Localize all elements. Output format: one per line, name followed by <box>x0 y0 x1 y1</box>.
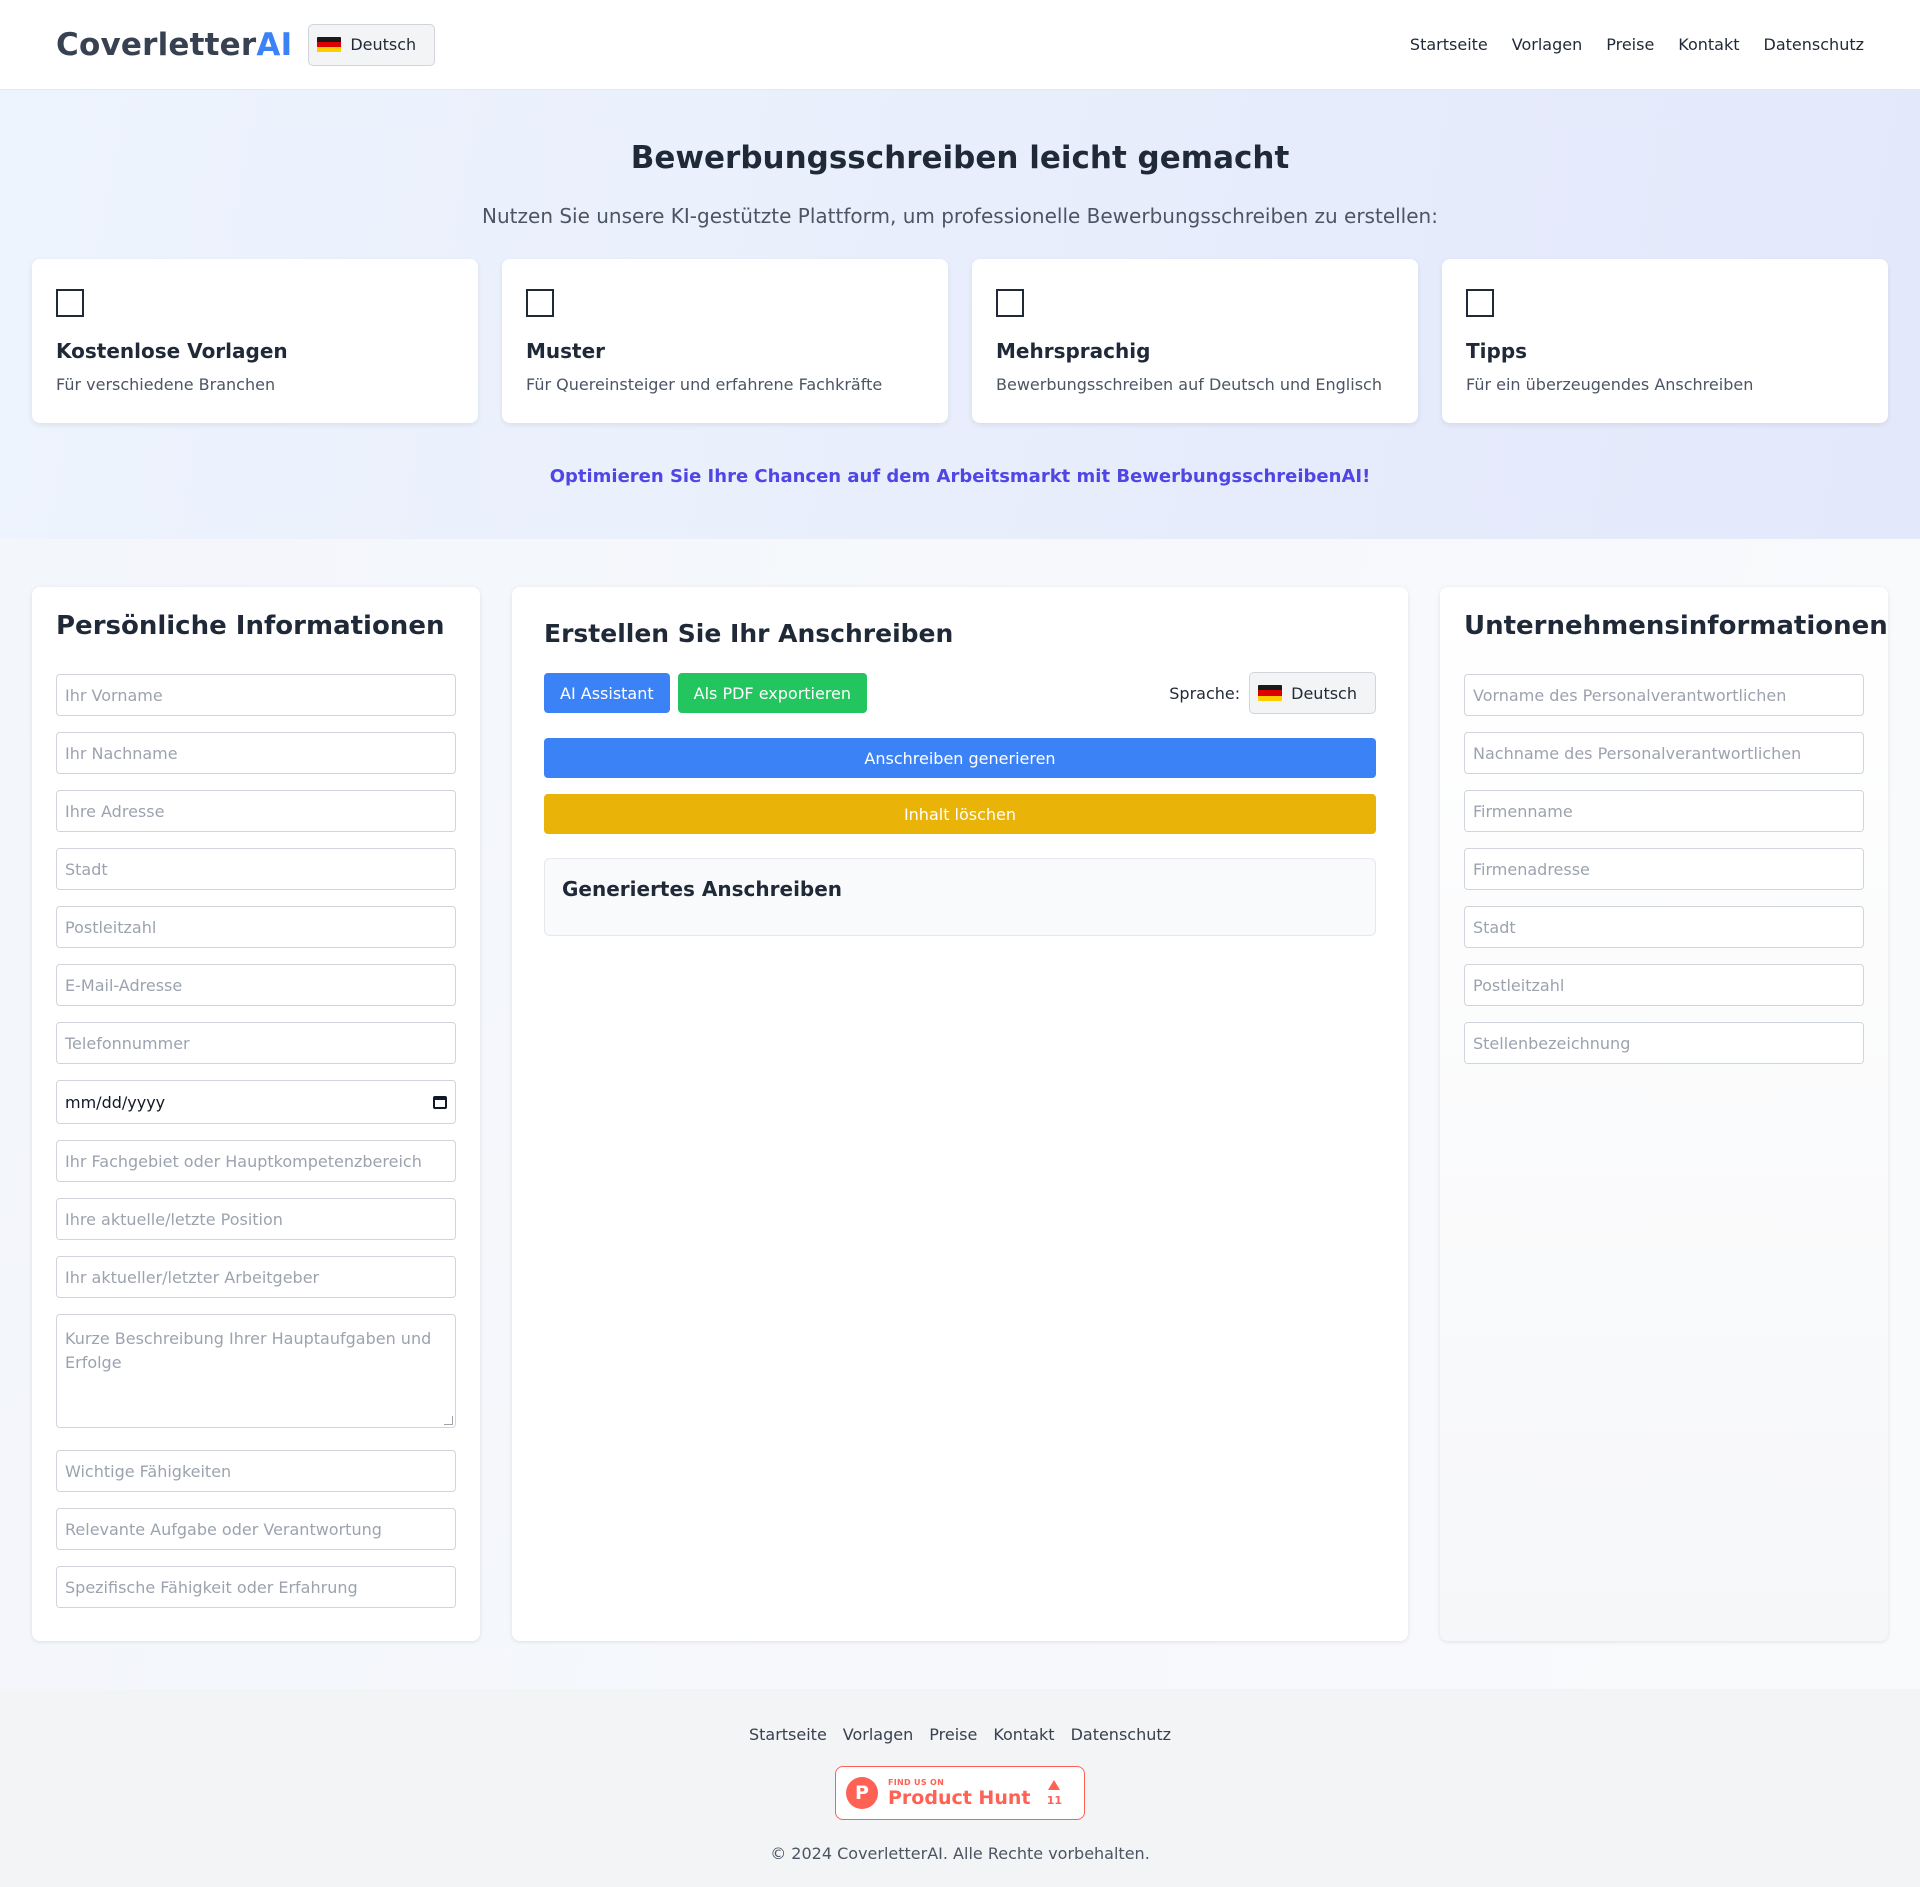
german-flag-icon <box>1258 685 1283 701</box>
product-hunt-logo-icon: P <box>846 1777 878 1809</box>
footer-link-preise[interactable]: Preise <box>929 1725 977 1744</box>
textarea-placeholder: Kurze Beschreibung Ihrer Hauptaufgaben u… <box>65 1329 432 1372</box>
checkbox-icon <box>1466 289 1494 317</box>
generate-button[interactable]: Anschreiben generieren <box>544 738 1376 778</box>
ai-assistant-button[interactable]: AI Assistant <box>544 673 670 713</box>
language-switcher[interactable]: Deutsch <box>308 23 436 66</box>
language-label: Deutsch <box>350 35 417 54</box>
footer-link-startseite[interactable]: Startseite <box>749 1725 827 1744</box>
description-textarea[interactable]: Kurze Beschreibung Ihrer Hauptaufgaben u… <box>56 1314 456 1428</box>
product-hunt-small-label: FIND US ON <box>888 1777 945 1787</box>
hero-title: Bewerbungsschreiben leicht gemacht <box>630 140 1290 176</box>
resize-handle-icon[interactable] <box>444 1416 453 1425</box>
logo-accent: AI <box>256 26 293 63</box>
calendar-icon[interactable] <box>433 1095 447 1109</box>
footer-nav: Startseite Vorlagen Preise Kontakt Daten… <box>0 1725 1920 1744</box>
date-input[interactable]: mm/dd/yyyy <box>56 1080 456 1124</box>
site-footer: Startseite Vorlagen Preise Kontakt Daten… <box>0 1689 1920 1887</box>
checkbox-icon <box>526 289 554 317</box>
feature-cards: Kostenlose Vorlagen Für verschiedene Bra… <box>32 259 1888 423</box>
generated-letter-box: Generiertes Anschreiben <box>544 858 1376 936</box>
personal-info-panel: Persönliche Informationen Ihr Vorname Ih… <box>32 587 480 1641</box>
logo[interactable]: CoverletterAI <box>56 27 292 63</box>
feature-title: Kostenlose Vorlagen <box>56 339 288 363</box>
checkbox-icon <box>996 289 1024 317</box>
product-hunt-badge[interactable]: P FIND US ON Product Hunt 11 <box>835 1766 1085 1820</box>
nav-vorlagen[interactable]: Vorlagen <box>1512 35 1582 54</box>
feature-text: Für Quereinsteiger und erfahrene Fachkrä… <box>526 375 883 394</box>
feature-card: Muster Für Quereinsteiger und erfahrene … <box>502 259 948 423</box>
nav-preise[interactable]: Preise <box>1606 35 1654 54</box>
feature-card: Mehrsprachig Bewerbungsschreiben auf Deu… <box>972 259 1418 423</box>
date-placeholder: mm/dd/yyyy <box>65 1092 166 1112</box>
upvote-counter: 11 <box>1046 1779 1062 1807</box>
editor-title: Erstellen Sie Ihr Anschreiben <box>544 619 954 648</box>
feature-title: Tipps <box>1466 339 1528 363</box>
hr-last-name-input[interactable]: Nachname des Personalverantwortlichen <box>1464 732 1864 774</box>
feature-text: Bewerbungsschreiben auf Deutsch und Engl… <box>996 375 1382 394</box>
feature-card: Kostenlose Vorlagen Für verschiedene Bra… <box>32 259 478 423</box>
panel-title: Persönliche Informationen <box>56 611 445 641</box>
language-label: Sprache: <box>1169 683 1241 703</box>
expertise-input[interactable]: Ihr Fachgebiet oder Hauptkompetenzbereic… <box>56 1140 456 1182</box>
feature-title: Mehrsprachig <box>996 339 1151 363</box>
editor-toolbar: AI Assistant Als PDF exportieren Sprache… <box>544 672 1376 714</box>
hero-tagline: Optimieren Sie Ihre Chancen auf dem Arbe… <box>549 466 1371 487</box>
feature-card: Tipps Für ein überzeugendes Anschreiben <box>1442 259 1888 423</box>
german-flag-icon <box>317 36 342 53</box>
main-content: Persönliche Informationen Ihr Vorname Ih… <box>0 539 1920 1689</box>
upvote-arrow-icon <box>1048 1779 1061 1790</box>
export-pdf-button[interactable]: Als PDF exportieren <box>677 673 868 713</box>
feature-title: Muster <box>526 339 606 363</box>
letter-language-value: Deutsch <box>1291 683 1357 703</box>
feature-text: Für ein überzeugendes Anschreiben <box>1466 375 1754 394</box>
logo-text: Coverletter <box>56 26 257 63</box>
address-input[interactable]: Ihre Adresse <box>56 790 456 832</box>
employer-input[interactable]: Ihr aktueller/letzter Arbeitgeber <box>56 1256 456 1298</box>
city-input[interactable]: Stadt <box>56 848 456 890</box>
last-name-input[interactable]: Ihr Nachname <box>56 732 456 774</box>
company-address-input[interactable]: Firmenadresse <box>1464 848 1864 890</box>
hero-subtitle: Nutzen Sie unsere KI-gestützte Plattform… <box>482 204 1438 228</box>
company-postal-code-input[interactable]: Postleitzahl <box>1464 964 1864 1006</box>
checkbox-icon <box>56 289 84 317</box>
product-hunt-text: FIND US ON Product Hunt <box>888 1778 1030 1809</box>
footer-link-datenschutz[interactable]: Datenschutz <box>1071 1725 1171 1744</box>
company-name-input[interactable]: Firmenname <box>1464 790 1864 832</box>
company-info-panel: Unternehmensinformationen Vorname des Pe… <box>1440 587 1888 1641</box>
editor-panel: Erstellen Sie Ihr Anschreiben AI Assista… <box>512 587 1408 1641</box>
email-input[interactable]: E-Mail-Adresse <box>56 964 456 1006</box>
responsibility-input[interactable]: Relevante Aufgabe oder Verantwortung <box>56 1508 456 1550</box>
site-header: CoverletterAI Deutsch Startseite Vorlage… <box>0 0 1920 90</box>
hr-first-name-input[interactable]: Vorname des Personalverantwortlichen <box>1464 674 1864 716</box>
position-input[interactable]: Ihre aktuelle/letzte Position <box>56 1198 456 1240</box>
experience-input[interactable]: Spezifische Fähigkeit oder Erfahrung <box>56 1566 456 1608</box>
company-city-input[interactable]: Stadt <box>1464 906 1864 948</box>
postal-code-input[interactable]: Postleitzahl <box>56 906 456 948</box>
clear-button[interactable]: Inhalt löschen <box>544 794 1376 834</box>
footer-link-kontakt[interactable]: Kontakt <box>993 1725 1054 1744</box>
letter-language-select[interactable]: Deutsch <box>1249 672 1376 714</box>
nav-startseite[interactable]: Startseite <box>1410 35 1488 54</box>
phone-input[interactable]: Telefonnummer <box>56 1022 456 1064</box>
nav-datenschutz[interactable]: Datenschutz <box>1764 35 1864 54</box>
copyright: © 2024 CoverletterAI. Alle Rechte vorbeh… <box>770 1844 1150 1863</box>
product-hunt-label: Product Hunt <box>888 1786 1031 1809</box>
top-nav: Startseite Vorlagen Preise Kontakt Daten… <box>1410 35 1864 54</box>
generated-letter-title: Generiertes Anschreiben <box>562 877 843 901</box>
nav-kontakt[interactable]: Kontakt <box>1678 35 1739 54</box>
feature-text: Für verschiedene Branchen <box>56 375 276 394</box>
brand: CoverletterAI Deutsch <box>56 23 436 66</box>
upvote-count: 11 <box>1046 1793 1062 1807</box>
job-title-input[interactable]: Stellenbezeichnung <box>1464 1022 1864 1064</box>
hero-section: Bewerbungsschreiben leicht gemacht Nutze… <box>0 90 1920 539</box>
panel-title: Unternehmensinformationen <box>1464 611 1888 641</box>
skills-input[interactable]: Wichtige Fähigkeiten <box>56 1450 456 1492</box>
first-name-input[interactable]: Ihr Vorname <box>56 674 456 716</box>
footer-link-vorlagen[interactable]: Vorlagen <box>843 1725 913 1744</box>
